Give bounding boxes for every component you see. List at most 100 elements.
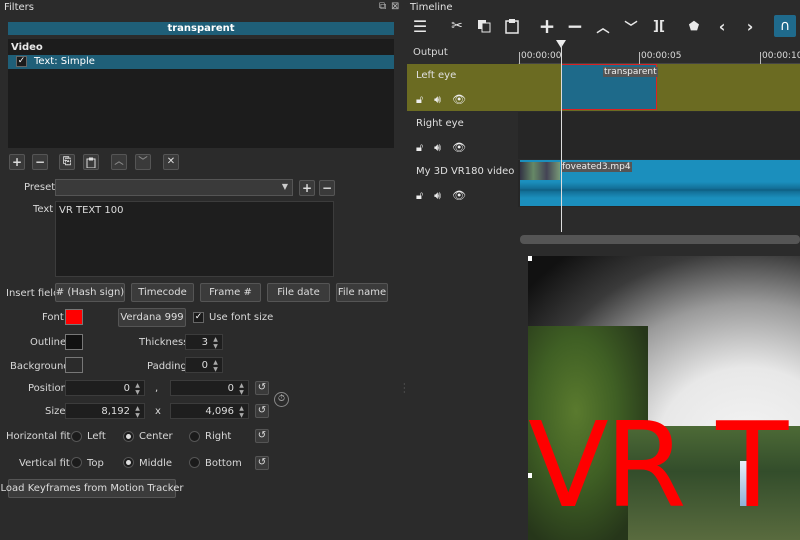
vfit-bottom-radio[interactable] xyxy=(189,457,200,468)
track-name: Right eye xyxy=(416,118,464,129)
clip-label: foveated3.mp4 xyxy=(561,162,632,172)
copy-filter-button[interactable]: ⎘ xyxy=(59,154,75,170)
filter-enable-checkbox[interactable]: ✓ xyxy=(16,56,27,67)
filter-list-item[interactable]: ✓ Text: Simple xyxy=(8,55,394,69)
ruler-tick xyxy=(760,52,761,64)
text-input[interactable]: VR TEXT 100 xyxy=(55,201,334,277)
timeline-clip-foveated3[interactable]: foveated3.mp4 xyxy=(520,160,800,206)
horizontal-fit-label: Horizontal fit xyxy=(6,431,71,442)
spin-arrows-icon[interactable]: ▲ ▼ xyxy=(237,405,246,419)
outline-color-swatch[interactable] xyxy=(65,334,83,350)
reset-size-icon[interactable]: ↺ xyxy=(255,404,269,418)
preset-dropdown[interactable]: ▼ xyxy=(55,179,293,196)
remove-filter-button[interactable]: − xyxy=(32,154,48,170)
previous-marker-icon[interactable]: ‹ xyxy=(711,15,733,37)
close-panel-icon[interactable]: ⊠ xyxy=(391,1,399,12)
position-x-value: 0 xyxy=(123,382,130,394)
font-color-swatch[interactable] xyxy=(65,309,83,325)
vfit-top-radio[interactable] xyxy=(71,457,82,468)
hfit-center-radio[interactable] xyxy=(123,431,134,442)
padding-spinbox[interactable]: 0 ▲ ▼ xyxy=(185,357,223,373)
overwrite-icon[interactable]: ﹀ xyxy=(620,15,642,37)
timeline-clip-transparent[interactable]: transparent xyxy=(561,64,658,110)
split-icon[interactable]: ][ xyxy=(648,15,670,37)
font-label: Font xyxy=(42,312,64,323)
spin-arrows-icon[interactable]: ▲ ▼ xyxy=(211,336,220,350)
speaker-icon[interactable]: 🔊︎ xyxy=(434,189,441,203)
timeline-scrollbar[interactable] xyxy=(520,235,800,244)
ruler-tick xyxy=(519,52,520,64)
panel-splitter-handle[interactable]: · · · xyxy=(403,381,406,397)
background-color-swatch[interactable] xyxy=(65,357,83,373)
lock-icon[interactable]: 🔓︎ xyxy=(416,141,423,155)
spin-arrows-icon[interactable]: ▲ ▼ xyxy=(237,382,246,396)
paste-icon[interactable] xyxy=(501,15,523,37)
save-preset-button[interactable]: + xyxy=(299,180,315,196)
add-filter-button[interactable]: + xyxy=(9,154,25,170)
paste-filter-button[interactable] xyxy=(83,154,99,170)
float-panel-icon[interactable]: ⧉ xyxy=(379,1,386,12)
playhead-line[interactable] xyxy=(561,44,562,232)
preview-corner-handle[interactable] xyxy=(528,256,532,261)
reset-position-icon[interactable]: ↺ xyxy=(255,381,269,395)
spin-arrows-icon[interactable]: ▲ ▼ xyxy=(211,359,220,373)
thickness-spinbox[interactable]: 3 ▲ ▼ xyxy=(185,334,223,350)
ruler-label-10: 00:00:10 xyxy=(762,51,800,61)
append-icon[interactable]: + xyxy=(536,14,558,38)
thickness-value: 3 xyxy=(201,336,208,348)
ruler-tick xyxy=(639,52,640,64)
timeline-menu-icon[interactable]: ☰ xyxy=(409,15,431,37)
preview-edge-handle[interactable] xyxy=(528,473,532,478)
remove-icon[interactable]: − xyxy=(564,14,586,38)
speaker-icon[interactable]: 🔊︎ xyxy=(434,141,441,155)
insert-frame-button[interactable]: Frame # xyxy=(200,283,261,302)
lift-icon[interactable]: ︿ xyxy=(592,15,614,37)
lock-icon[interactable]: 🔓︎ xyxy=(416,93,423,107)
eye-icon[interactable]: 👁︎ xyxy=(452,93,466,107)
preview-overlay-text: VR T xyxy=(528,396,788,534)
insert-file-name-button[interactable]: File name xyxy=(336,283,388,302)
insert-file-date-button[interactable]: File date xyxy=(267,283,330,302)
track-name: Left eye xyxy=(416,70,457,81)
hfit-left-radio[interactable] xyxy=(71,431,82,442)
clip-label: transparent xyxy=(603,67,658,77)
size-separator: x xyxy=(155,406,161,417)
track-name: My 3D VR180 video xyxy=(416,166,515,177)
reset-vfit-icon[interactable]: ↺ xyxy=(255,456,269,470)
list-section-video: Video xyxy=(11,42,43,53)
move-up-button[interactable]: ︿ xyxy=(111,154,127,170)
vfit-middle-radio[interactable] xyxy=(123,457,134,468)
use-font-size-checkbox[interactable]: ✓ xyxy=(193,312,204,323)
size-width-spinbox[interactable]: 8,192 ▲ ▼ xyxy=(65,403,145,419)
move-down-button[interactable]: ﹀ xyxy=(135,154,151,170)
lock-icon[interactable]: 🔓︎ xyxy=(416,189,423,203)
snap-magnet-icon[interactable]: ∩ xyxy=(774,15,796,37)
speaker-icon[interactable]: 🔊︎ xyxy=(434,93,441,107)
eye-icon[interactable]: 👁︎ xyxy=(452,141,466,155)
load-keyframes-button[interactable]: Load Keyframes from Motion Tracker xyxy=(1,479,183,498)
position-x-spinbox[interactable]: 0 ▲ ▼ xyxy=(65,380,145,396)
size-height-spinbox[interactable]: 4,096 ▲ ▼ xyxy=(170,403,249,419)
reset-hfit-icon[interactable]: ↺ xyxy=(255,429,269,443)
eye-icon[interactable]: 👁︎ xyxy=(452,189,466,203)
clip-thumbnail xyxy=(520,162,560,180)
filter-list[interactable]: Video ✓ Text: Simple xyxy=(8,39,394,148)
spin-arrows-icon[interactable]: ▲ ▼ xyxy=(133,405,142,419)
hfit-right-radio[interactable] xyxy=(189,431,200,442)
delete-preset-button[interactable]: − xyxy=(319,180,335,196)
size-height-value: 4,096 xyxy=(205,405,234,417)
spin-arrows-icon[interactable]: ▲ ▼ xyxy=(133,382,142,396)
cut-icon[interactable]: ✂ xyxy=(446,15,468,37)
next-marker-icon[interactable]: › xyxy=(739,15,761,37)
position-y-spinbox[interactable]: 0 ▲ ▼ xyxy=(170,380,249,396)
video-preview[interactable]: VR T xyxy=(528,256,800,540)
marker-icon[interactable]: ⬟ xyxy=(683,15,705,37)
output-track-header: Output xyxy=(407,42,518,62)
insert-hash-button[interactable]: # (Hash sign) xyxy=(55,283,125,302)
vertical-fit-label: Vertical fit xyxy=(19,458,70,469)
font-select-button[interactable]: Verdana 999 xyxy=(118,308,186,327)
copy-icon[interactable] xyxy=(473,15,495,37)
keyframe-stopwatch-icon[interactable]: ⏱ xyxy=(274,392,289,407)
insert-timecode-button[interactable]: Timecode xyxy=(131,283,194,302)
deselect-button[interactable]: ✕ xyxy=(163,154,179,170)
